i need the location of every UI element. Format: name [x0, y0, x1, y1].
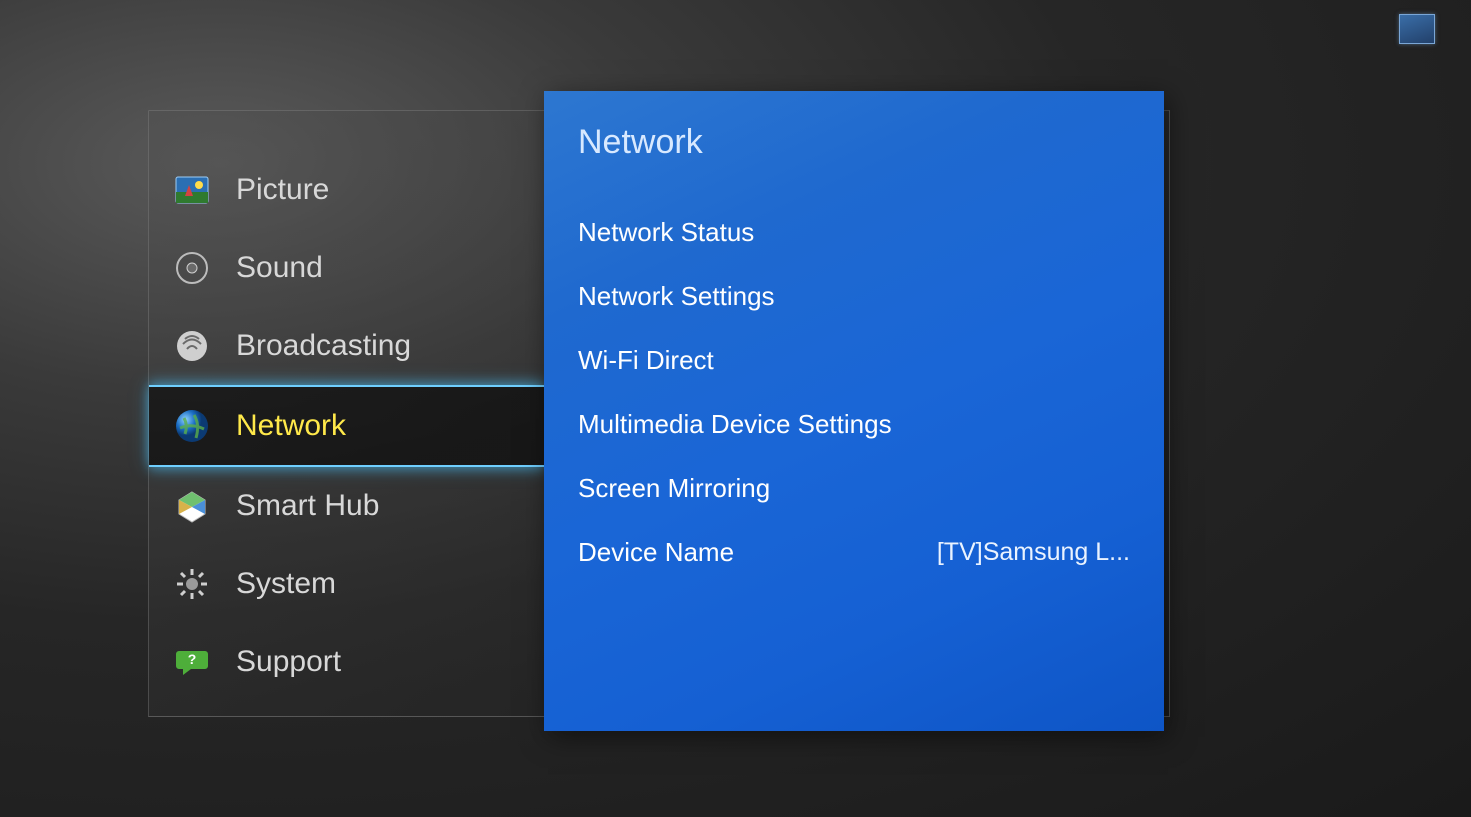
sidebar-item-label: Sound — [236, 251, 323, 285]
panel-item-device-name[interactable]: Device Name [TV]Samsung L... — [578, 520, 1130, 584]
panel-item-label: Network Status — [578, 217, 754, 248]
support-icon: ? — [174, 644, 210, 680]
panel-item-label: Device Name — [578, 537, 734, 568]
panel-item-label: Wi-Fi Direct — [578, 345, 714, 376]
settings-sidebar: Picture Sound Broadcasting — [149, 111, 544, 756]
sidebar-item-label: Broadcasting — [236, 329, 411, 363]
sidebar-item-picture[interactable]: Picture — [149, 151, 544, 229]
panel-item-label: Multimedia Device Settings — [578, 409, 892, 440]
sidebar-item-broadcasting[interactable]: Broadcasting — [149, 307, 544, 385]
sidebar-item-system[interactable]: System — [149, 545, 544, 623]
panel-item-screen-mirroring[interactable]: Screen Mirroring — [578, 456, 1130, 520]
picture-icon — [174, 172, 210, 208]
broadcasting-icon — [174, 328, 210, 364]
system-icon — [174, 566, 210, 602]
sidebar-item-network[interactable]: Network — [149, 385, 544, 467]
sidebar-item-support[interactable]: ? Support — [149, 623, 544, 701]
sidebar-item-label: System — [236, 567, 336, 601]
network-icon — [174, 408, 210, 444]
network-panel: Network Network Status Network Settings … — [544, 91, 1164, 731]
panel-item-value: [TV]Samsung L... — [937, 538, 1130, 567]
source-thumbnail — [1399, 14, 1435, 44]
panel-item-label: Screen Mirroring — [578, 473, 770, 504]
panel-item-multimedia-device-settings[interactable]: Multimedia Device Settings — [578, 392, 1130, 456]
panel-item-wifi-direct[interactable]: Wi-Fi Direct — [578, 328, 1130, 392]
sound-icon — [174, 250, 210, 286]
sidebar-item-label: Network — [236, 409, 346, 443]
svg-text:?: ? — [188, 651, 197, 667]
settings-window: Picture Sound Broadcasting — [148, 110, 1170, 717]
panel-item-label: Network Settings — [578, 281, 775, 312]
panel-item-network-settings[interactable]: Network Settings — [578, 264, 1130, 328]
sidebar-item-label: Support — [236, 645, 341, 679]
panel-title: Network — [578, 123, 1130, 162]
sidebar-item-label: Picture — [236, 173, 329, 207]
sidebar-item-sound[interactable]: Sound — [149, 229, 544, 307]
panel-item-network-status[interactable]: Network Status — [578, 200, 1130, 264]
smart-hub-icon — [174, 488, 210, 524]
sidebar-item-label: Smart Hub — [236, 489, 379, 523]
sidebar-item-smart-hub[interactable]: Smart Hub — [149, 467, 544, 545]
